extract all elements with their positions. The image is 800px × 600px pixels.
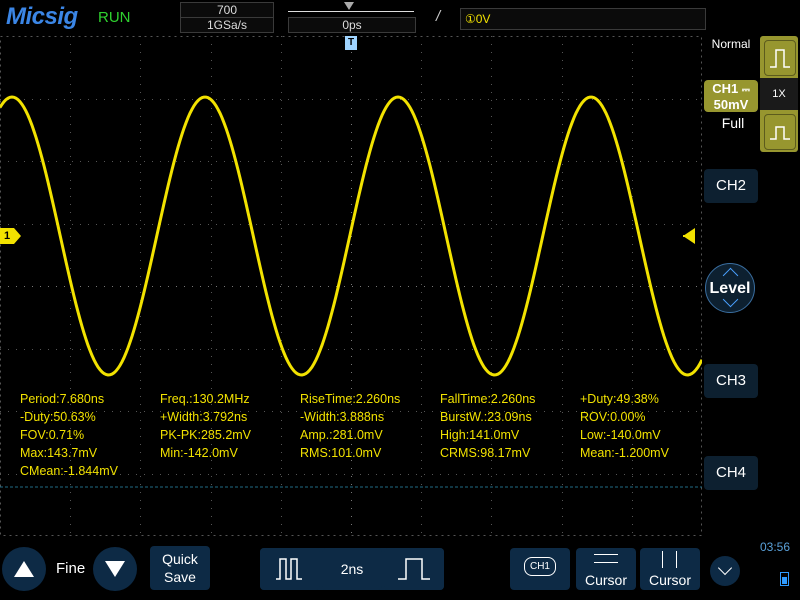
trigger-level-knob[interactable]: Level <box>705 263 755 313</box>
trigger-edge-icon: / <box>436 8 441 25</box>
ch1-ground-marker[interactable]: 1 <box>0 228 21 244</box>
quick-save-button[interactable]: Quick Save <box>150 546 210 590</box>
meas-high: High:141.0mV <box>440 428 520 442</box>
quick-label: Quick <box>162 551 198 567</box>
ch2-button[interactable]: CH2 <box>704 169 758 203</box>
horizontal-position-marker-icon[interactable] <box>344 2 354 10</box>
triangle-up-icon <box>14 561 34 577</box>
memory-depth[interactable]: 700 <box>180 2 274 18</box>
expand-menu-button[interactable] <box>710 556 740 586</box>
meas-freq: Freq.:130.2MHz <box>160 392 250 406</box>
timebase-decrease-button[interactable] <box>260 548 320 590</box>
timebase-value[interactable]: 2ns <box>322 548 382 590</box>
cursor-h-label: Cursor <box>584 572 627 588</box>
ch3-button[interactable]: CH3 <box>704 364 758 398</box>
trigger-info[interactable]: ①0V <box>460 8 706 30</box>
cursor-v-label: Cursor <box>648 572 691 588</box>
cursor-channel-badge: CH1 <box>524 557 556 576</box>
pulse-low-icon[interactable] <box>764 114 796 150</box>
meas-amp: Amp.:281.0mV <box>300 428 383 442</box>
single-pulse-icon <box>398 558 430 580</box>
horizontal-position[interactable]: 0ps <box>288 17 416 33</box>
graticule <box>0 36 702 536</box>
meas-rov: ROV:0.00% <box>580 410 646 424</box>
meas-cmean: CMean:-1.844mV <box>20 464 118 478</box>
cursor-v-icon <box>662 551 663 568</box>
fine-up-button[interactable] <box>2 547 46 591</box>
probe-multiplier[interactable]: 1X <box>760 78 798 110</box>
meas-pos-width: +Width:3.792ns <box>160 410 248 424</box>
horizontal-cursor-button[interactable]: Cursor <box>576 548 636 590</box>
meas-neg-width: -Width:3.888ns <box>300 410 385 424</box>
ch1-waveform <box>0 95 702 377</box>
fine-down-button[interactable] <box>93 547 137 591</box>
trigger-time-marker-icon[interactable]: T <box>345 36 357 50</box>
meas-pk-pk: PK-PK:285.2mV <box>160 428 252 442</box>
vertical-cursor-button[interactable]: Cursor <box>640 548 700 590</box>
meas-pos-duty: +Duty:49.38% <box>580 392 659 406</box>
meas-min: Min:-142.0mV <box>160 446 238 460</box>
chevron-down-icon <box>717 560 733 576</box>
meas-burst-width: BurstW.:23.09ns <box>440 410 532 424</box>
triangle-down-icon <box>105 561 125 577</box>
meas-crms: CRMS:98.17mV <box>440 446 531 460</box>
cursor-h-icon <box>594 554 618 555</box>
meas-period: Period:7.680ns <box>20 392 105 406</box>
waveform-display[interactable] <box>0 36 702 536</box>
meas-risetime: RiseTime:2.260ns <box>300 392 401 406</box>
fine-label[interactable]: Fine <box>56 560 85 577</box>
meas-mean: Mean:-1.200mV <box>580 446 669 460</box>
acquisition-mode[interactable]: Normal <box>706 37 756 51</box>
battery-icon <box>780 572 789 586</box>
meas-falltime: FallTime:2.260ns <box>440 392 536 406</box>
meas-max: Max:143.7mV <box>20 446 98 460</box>
meas-rms: RMS:101.0mV <box>300 446 382 460</box>
clock: 03:56 <box>760 540 791 554</box>
horizontal-position-track <box>288 11 414 12</box>
pulse-train-icon <box>276 558 302 580</box>
sample-rate[interactable]: 1GSa/s <box>180 17 274 33</box>
brand-logo: Micsig <box>6 3 78 30</box>
ch4-button[interactable]: CH4 <box>704 456 758 490</box>
ch1-label: CH1 ⎓ <box>712 81 750 97</box>
ch1-scale: 50mV <box>713 97 749 112</box>
save-label: Save <box>164 569 196 585</box>
pulse-high-icon[interactable] <box>764 40 796 76</box>
meas-neg-duty: -Duty:50.63% <box>20 410 96 424</box>
cursor-channel-button[interactable]: CH1 <box>510 548 570 590</box>
timebase-increase-button[interactable] <box>384 548 444 590</box>
meas-fov: FOV:0.71% <box>20 428 85 442</box>
bandwidth-limit[interactable]: Full <box>706 115 760 131</box>
meas-low: Low:-140.0mV <box>580 428 661 442</box>
ch1-coupling-panel: 1X <box>760 36 798 152</box>
trigger-level-marker-icon[interactable] <box>683 228 695 244</box>
ch1-channel-button[interactable]: CH1 ⎓ 50mV <box>704 80 758 112</box>
run-status[interactable]: RUN <box>98 9 131 26</box>
